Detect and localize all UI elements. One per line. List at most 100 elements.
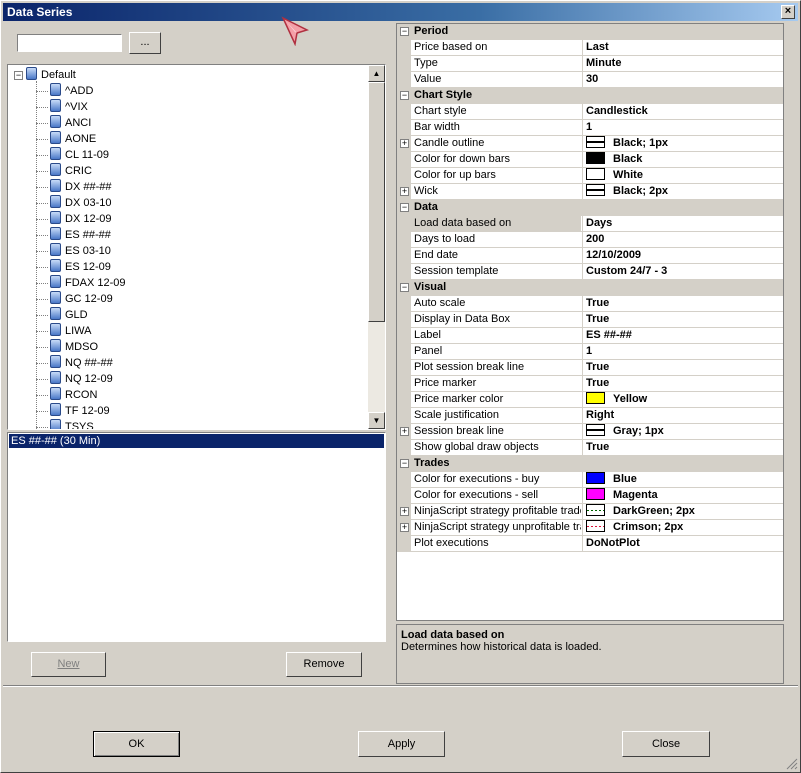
property-value[interactable]: True [582,376,783,391]
property-value[interactable]: 12/10/2009 [582,248,783,263]
apply-button[interactable]: Apply [358,731,445,757]
tree-item[interactable]: ES 03-10 [36,243,111,259]
tree-item[interactable]: NQ 12-09 [36,371,113,387]
property-value[interactable]: DarkGreen; 2px [582,504,783,519]
tree-item[interactable]: ES 12-09 [36,259,111,275]
collapse-icon[interactable]: − [400,283,409,292]
tree-item[interactable]: DX ##-## [36,179,111,195]
property-row[interactable]: Panel 1 [397,344,783,360]
property-row[interactable]: Color for executions - buy Blue [397,472,783,488]
tree-item[interactable]: ES ##-## [36,227,111,243]
property-row[interactable]: Color for up bars White [397,168,783,184]
tree-item[interactable]: DX 03-10 [36,195,111,211]
instrument-search-input[interactable] [17,34,122,52]
property-category[interactable]: − Period [397,24,783,40]
tree-item[interactable]: ANCI [36,115,91,131]
tree-item[interactable]: TSYS [36,419,94,429]
browse-button[interactable]: ... [129,32,161,54]
property-row[interactable]: Color for down bars Black [397,152,783,168]
resize-grip-icon[interactable] [786,758,798,770]
property-row[interactable]: Session template Custom 24/7 - 3 [397,264,783,280]
property-value[interactable]: Magenta [582,488,783,503]
collapse-icon[interactable]: − [400,459,409,468]
property-value[interactable]: Black [582,152,783,167]
property-value[interactable]: DoNotPlot [582,536,783,551]
instrument-tree[interactable]: − Default ^ADD ^VIX ANCI AONE CL 11-09 CRIC DX … [7,64,386,430]
property-grid[interactable]: − Period Price based on Last Type Minute Value… [396,23,784,621]
property-row[interactable]: Scale justification Right [397,408,783,424]
tree-item[interactable]: ^VIX [36,99,88,115]
property-value[interactable]: Right [582,408,783,423]
property-row[interactable]: Plot executions DoNotPlot [397,536,783,552]
tree-item[interactable]: FDAX 12-09 [36,275,126,291]
property-value[interactable]: Gray; 1px [582,424,783,439]
expand-icon[interactable]: + [400,507,409,516]
property-row[interactable]: End date 12/10/2009 [397,248,783,264]
property-value[interactable]: True [582,312,783,327]
property-value[interactable]: Candlestick [582,104,783,119]
property-value[interactable]: White [582,168,783,183]
tree-item[interactable]: CRIC [36,163,92,179]
tree-item[interactable]: RCON [36,387,97,403]
property-row[interactable]: Chart style Candlestick [397,104,783,120]
tree-item[interactable]: NQ ##-## [36,355,113,371]
property-row[interactable]: Display in Data Box True [397,312,783,328]
property-row[interactable]: Auto scale True [397,296,783,312]
property-row[interactable]: Load data based on Days [397,216,783,232]
property-row[interactable]: Type Minute [397,56,783,72]
property-value[interactable]: True [582,360,783,375]
close-button[interactable]: Close [622,731,710,757]
collapse-icon[interactable]: − [400,203,409,212]
tree-item[interactable]: ^ADD [36,83,93,99]
property-value[interactable]: Days [582,216,783,231]
remove-button[interactable]: Remove [286,652,362,677]
tree-item[interactable]: CL 11-09 [36,147,109,163]
property-value[interactable]: Black; 1px [582,136,783,151]
property-row[interactable]: Price based on Last [397,40,783,56]
property-row[interactable]: Price marker True [397,376,783,392]
property-value[interactable]: 1 [582,344,783,359]
property-row[interactable]: Price marker color Yellow [397,392,783,408]
property-row[interactable]: + NinjaScript strategy unprofitable tra Cr… [397,520,783,536]
property-row[interactable]: Color for executions - sell Magenta [397,488,783,504]
property-row[interactable]: Bar width 1 [397,120,783,136]
property-row[interactable]: Value 30 [397,72,783,88]
property-value[interactable]: Blue [582,472,783,487]
tree-item[interactable]: DX 12-09 [36,211,111,227]
property-row[interactable]: + Wick Black; 2px [397,184,783,200]
property-value[interactable]: 30 [582,72,783,87]
property-row[interactable]: Label ES ##-## [397,328,783,344]
tree-item[interactable]: GC 12-09 [36,291,113,307]
title-bar[interactable]: Data Series × [3,3,798,21]
property-value[interactable]: Last [582,40,783,55]
tree-item[interactable]: LIWA [36,323,92,339]
property-value[interactable]: Yellow [582,392,783,407]
property-category[interactable]: − Trades [397,456,783,472]
collapse-icon[interactable]: − [400,91,409,100]
tree-item[interactable]: MDSO [36,339,98,355]
property-value[interactable]: 1 [582,120,783,135]
scroll-down-icon[interactable]: ▼ [368,412,385,429]
property-value[interactable]: True [582,296,783,311]
new-button[interactable]: New [31,652,106,677]
property-row[interactable]: Show global draw objects True [397,440,783,456]
property-value[interactable]: Crimson; 2px [582,520,783,535]
property-row[interactable]: Days to load 200 [397,232,783,248]
collapse-icon[interactable]: − [14,70,23,80]
property-value[interactable]: 200 [582,232,783,247]
property-row[interactable]: + Session break line Gray; 1px [397,424,783,440]
tree-root[interactable]: − Default [14,67,76,83]
property-value[interactable]: Black; 2px [582,184,783,199]
property-category[interactable]: − Chart Style [397,88,783,104]
expand-icon[interactable]: + [400,187,409,196]
property-row[interactable]: + NinjaScript strategy profitable trade Da… [397,504,783,520]
data-series-list[interactable]: ES ##-## (30 Min) [7,432,386,642]
expand-icon[interactable]: + [400,427,409,436]
property-value[interactable]: ES ##-## [582,328,783,343]
property-value[interactable]: Minute [582,56,783,71]
tree-item[interactable]: TF 12-09 [36,403,110,419]
property-category[interactable]: − Data [397,200,783,216]
tree-scrollbar[interactable]: ▲ ▼ [368,65,385,429]
expand-icon[interactable]: + [400,523,409,532]
property-category[interactable]: − Visual [397,280,783,296]
